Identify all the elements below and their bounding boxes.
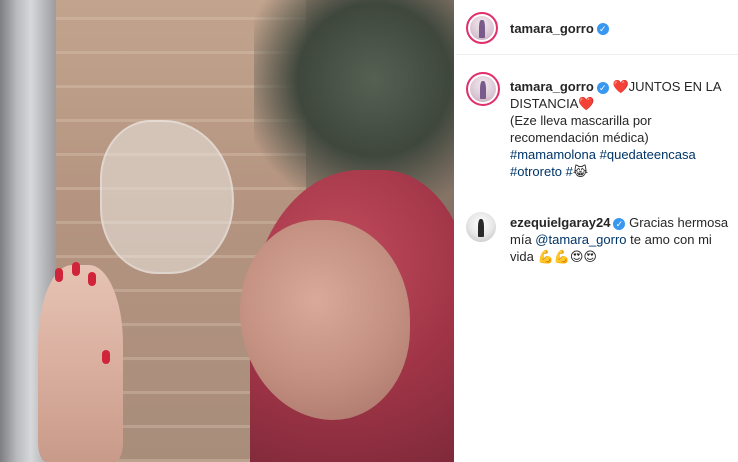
author-name-row: tamara_gorro ✓ xyxy=(510,20,609,38)
comment-emojis: 💪💪😍😍 xyxy=(537,249,597,264)
fingernail xyxy=(88,272,96,286)
commenter-username[interactable]: ezequielgaray24 xyxy=(510,215,610,230)
hand xyxy=(38,265,123,462)
author-avatar[interactable] xyxy=(466,12,498,44)
comment-body: ezequielgaray24 ✓ Gracias hermosa mía @ta… xyxy=(510,214,732,265)
caption-note: (Eze lleva mascarilla por recomendación … xyxy=(510,113,652,145)
commenter-avatar[interactable] xyxy=(466,212,496,242)
author-username[interactable]: tamara_gorro xyxy=(510,21,594,36)
post-photo[interactable] xyxy=(0,0,454,462)
caption-body: tamara_gorro ✓ ❤️JUNTOS EN LA DISTANCIA❤️… xyxy=(510,78,732,180)
hashtag-link[interactable]: #quedateencasa xyxy=(600,147,696,162)
header-divider xyxy=(456,54,738,55)
fingernail xyxy=(102,350,110,364)
caption-username[interactable]: tamara_gorro xyxy=(510,79,594,94)
fingernail xyxy=(55,268,63,282)
caption-avatar[interactable] xyxy=(466,72,500,106)
avatar-figure xyxy=(479,20,485,38)
hashtag-link[interactable]: # xyxy=(566,164,573,179)
verified-badge-icon: ✓ xyxy=(613,217,626,230)
cat-emoji: 😹 xyxy=(572,164,589,179)
hashtag-link[interactable]: #otroreto xyxy=(510,164,562,179)
mention-link[interactable]: @tamara_gorro xyxy=(535,232,626,247)
verified-badge-icon: ✓ xyxy=(596,22,609,35)
hashtag-link[interactable]: #mamamolona xyxy=(510,147,596,162)
heart-emoji: ❤️ xyxy=(578,96,595,111)
avatar-figure xyxy=(478,218,484,238)
avatar-figure xyxy=(480,80,486,100)
heart-emoji: ❤️ xyxy=(612,79,629,94)
verified-badge-icon: ✓ xyxy=(596,81,609,94)
fingernail xyxy=(72,262,80,276)
